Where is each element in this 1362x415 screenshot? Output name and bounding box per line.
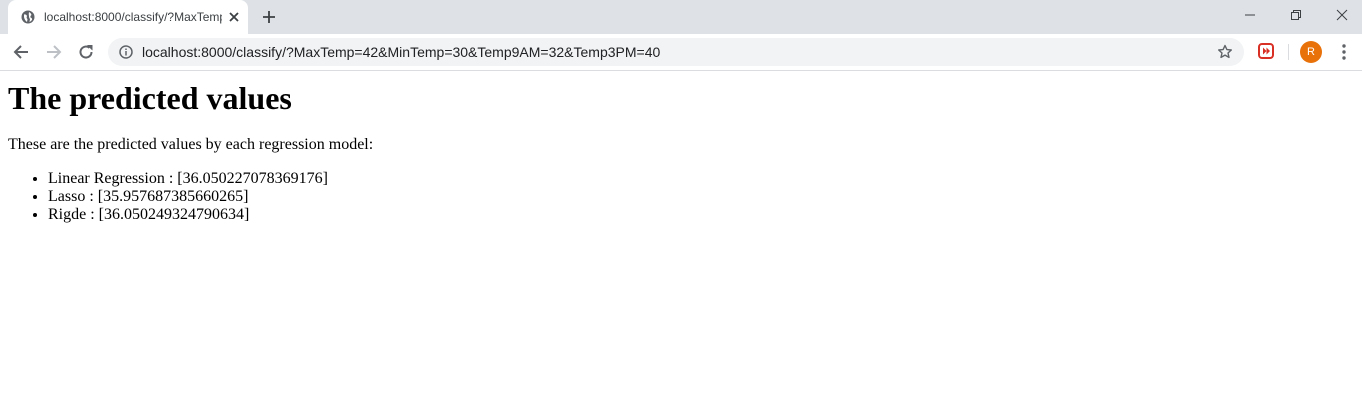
avatar[interactable]: R: [1300, 41, 1322, 63]
page-content: The predicted values These are the predi…: [0, 71, 1362, 415]
list-item: Rigde : [36.050249324790634]: [48, 206, 328, 224]
list-item: Linear Regression : [36.050227078369176]: [48, 170, 328, 188]
back-arrow-icon[interactable]: [11, 42, 31, 62]
tab-title: localhost:8000/classify/?MaxTemp=42&MinT…: [44, 10, 222, 24]
info-icon[interactable]: [119, 45, 133, 59]
browser-toolbar: localhost:8000/classify/?MaxTemp=42&MinT…: [0, 34, 1362, 71]
restore-icon[interactable]: [1273, 0, 1319, 30]
intro-text: These are the predicted values by each r…: [8, 136, 374, 153]
forward-arrow-icon[interactable]: [44, 42, 64, 62]
address-bar[interactable]: localhost:8000/classify/?MaxTemp=42&MinT…: [108, 38, 1244, 66]
browser-tab[interactable]: localhost:8000/classify/?MaxTemp=42&MinT…: [8, 0, 248, 34]
url-text[interactable]: localhost:8000/classify/?MaxTemp=42&MinT…: [142, 44, 660, 60]
globe-icon: [21, 10, 35, 24]
list-item: Lasso : [35.957687385660265]: [48, 188, 328, 206]
kebab-menu-icon[interactable]: [1334, 43, 1354, 61]
close-icon[interactable]: [226, 9, 242, 25]
close-icon[interactable]: [1319, 0, 1362, 30]
toolbar-divider: [1288, 44, 1289, 60]
tab-strip: localhost:8000/classify/?MaxTemp=42&MinT…: [0, 0, 1362, 34]
star-icon[interactable]: [1217, 44, 1233, 60]
extension-icon[interactable]: [1257, 42, 1275, 60]
minimize-icon[interactable]: [1227, 0, 1273, 30]
page-title: The predicted values: [8, 80, 292, 116]
predictions-list: Linear Regression : [36.050227078369176]…: [8, 170, 328, 224]
reload-icon[interactable]: [76, 42, 96, 62]
plus-icon[interactable]: [260, 8, 278, 26]
